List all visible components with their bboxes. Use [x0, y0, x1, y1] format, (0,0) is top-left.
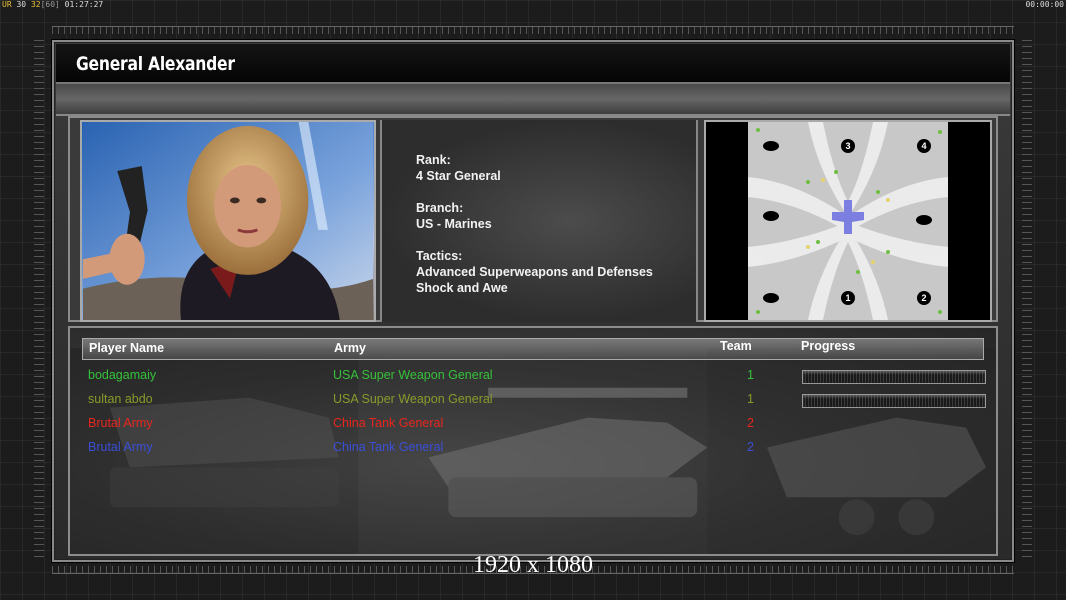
player-team: 2 — [747, 416, 754, 430]
rank-value: 4 Star General — [416, 169, 501, 183]
general-info-panel: Rank: 4 Star General Branch: US - Marine… — [68, 116, 998, 322]
map-slot-2: 2 — [921, 293, 926, 303]
map-preview: 3 4 1 2 — [704, 120, 992, 322]
general-portrait — [80, 120, 376, 322]
player-army: China Tank General — [333, 416, 444, 430]
map-slot-4: 4 — [921, 141, 926, 151]
frame-ruler-right — [1022, 40, 1032, 560]
tactics-label: Tactics: — [416, 249, 463, 263]
player-row: Brutal Army China Tank General 2 — [70, 436, 996, 460]
player-team: 2 — [747, 440, 754, 454]
portrait-image — [82, 122, 374, 320]
player-name: Brutal Army — [88, 416, 153, 430]
map-slot-1: 1 — [845, 293, 850, 303]
general-details: Rank: 4 Star General Branch: US - Marine… — [380, 120, 698, 322]
branch-value: US - Marines — [416, 217, 492, 231]
fps-value-c: [60] — [40, 0, 60, 9]
fps-value-b: 32 — [30, 0, 41, 9]
fps-value-a: 30 — [16, 0, 27, 9]
player-name: Brutal Army — [88, 440, 153, 454]
subtitle-bar — [56, 84, 1010, 116]
branch-block: Branch: US - Marines — [416, 200, 492, 232]
player-table-header: Player Name Army Team Progress — [82, 338, 984, 360]
elapsed-time: 01:27:27 — [64, 0, 104, 9]
player-team: 1 — [747, 392, 754, 406]
fps-overlay: UR 30 32[60] 01:27:27 — [2, 0, 103, 9]
frame-ruler-top — [52, 26, 1014, 34]
tactics-value-1: Advanced Superweapons and Defenses — [416, 265, 653, 279]
player-name: sultan abdo — [88, 392, 153, 406]
game-timer: 00:00:00 — [1025, 0, 1064, 9]
frame-ruler-left — [34, 40, 44, 560]
player-army: USA Super Weapon General — [333, 368, 493, 382]
player-army: USA Super Weapon General — [333, 392, 493, 406]
rank-label: Rank: — [416, 153, 451, 167]
player-row: bodagamaiy USA Super Weapon General 1 — [70, 364, 996, 388]
resolution-label: 1920 x 1080 — [473, 552, 593, 578]
header-army: Army — [334, 341, 366, 355]
header-team: Team — [720, 339, 752, 353]
header-progress: Progress — [801, 339, 856, 353]
fps-label: UR — [2, 0, 12, 9]
map-image: 3 4 1 2 — [748, 122, 948, 320]
rank-block: Rank: 4 Star General — [416, 152, 501, 184]
player-team: 1 — [747, 368, 754, 382]
header-player-name: Player Name — [89, 341, 165, 355]
player-progress-bar — [802, 394, 986, 408]
player-progress-bar — [802, 370, 986, 384]
player-army: China Tank General — [333, 440, 444, 454]
loading-screen-frame: General Alexander Rank: 4 Star General B… — [52, 40, 1014, 562]
branch-label: Branch: — [416, 201, 464, 215]
map-slot-3: 3 — [845, 141, 850, 151]
tactics-value-2: Shock and Awe — [416, 281, 508, 295]
player-name: bodagamaiy — [88, 368, 157, 382]
player-row: Brutal Army China Tank General 2 — [70, 412, 996, 436]
player-row: sultan abdo USA Super Weapon General 1 — [70, 388, 996, 412]
player-list-panel: Player Name Army Team Progress bodagamai… — [68, 326, 998, 556]
title-bar: General Alexander — [56, 44, 1010, 84]
general-title: General Alexander — [76, 53, 235, 75]
tactics-block: Tactics: Advanced Superweapons and Defen… — [416, 248, 653, 296]
